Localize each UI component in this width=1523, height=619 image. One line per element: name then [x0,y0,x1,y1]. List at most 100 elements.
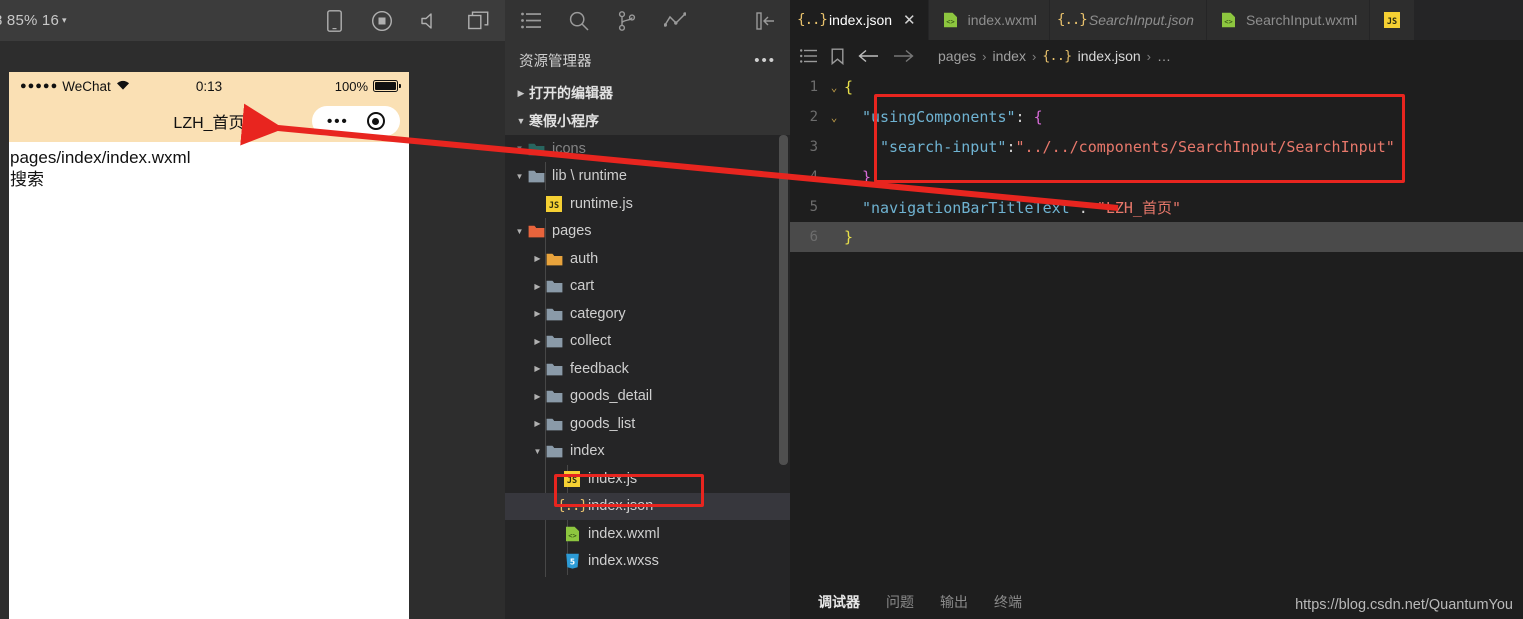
chevron-down-icon[interactable]: ▼ [513,227,526,236]
tree-folder-row[interactable]: ▶ feedback [505,355,790,383]
tree-folder-row[interactable]: ▼ icons [505,135,790,163]
chevron-down-icon[interactable]: ▼ [531,447,544,456]
phone-navigation-bar: LZH_首页 ••• [9,100,409,142]
tree-item-label: cart [570,278,595,295]
folder-icon [544,307,564,321]
editor-pane: {..} index.json ✕ <> index.wxml {..} SearchInp… [790,0,1523,619]
tree-file-row[interactable]: <> index.wxml [505,520,790,548]
fold-chevron-icon[interactable]: ⌄ [824,81,844,94]
outline-icon[interactable] [800,49,817,63]
tree-folder-row[interactable]: ▼ pages [505,218,790,246]
folder-icon [526,224,546,238]
record-icon[interactable] [369,8,395,34]
more-dots-icon: ••• [327,112,349,130]
code-line[interactable]: 5 "navigationBarTitleText": "LZH_首页" [790,192,1523,222]
code-text: { [844,78,853,96]
editor-tab-label: index.wxml [967,12,1037,28]
panel-tab[interactable]: 调试器 [818,592,860,612]
chevron-right-icon[interactable]: ▶ [531,392,544,401]
page-text-line-1: pages/index/index.wxml [10,148,191,167]
chevron-right-icon[interactable]: ▶ [531,419,544,428]
code-line[interactable]: 6} [790,222,1523,252]
breadcrumb-bar: pages › index › {..} index.json › … [790,40,1523,72]
simulator-toolbar: 8 85% 16 ▾ [0,0,505,41]
panel-tab[interactable]: 问题 [886,592,914,612]
explorer-title: 资源管理器 [519,53,592,70]
chevron-down-icon: ▾ [61,15,67,25]
breadcrumb-separator-icon: › [1031,48,1037,64]
js-file-icon: JS [544,195,564,212]
section-open-editors[interactable]: ▶ 打开的编辑器 [505,79,790,107]
tree-item-label: lib \ runtime [552,168,627,185]
folder-icon [544,279,564,293]
watermark-label: https://blog.csdn.net/QuantumYou [1295,597,1513,613]
tree-folder-row[interactable]: ▶ goods_detail [505,383,790,411]
breadcrumb-item-index[interactable]: index [993,48,1026,64]
tree-item-label: goods_list [570,415,636,432]
tree-item-label: runtime.js [570,195,633,212]
json-file-icon: {..} [1042,48,1072,64]
simulator-stage: ●●●●● WeChat 0:13 100% LZH_首页 ••• pages/… [0,41,505,619]
tree-folder-row[interactable]: ▶ auth [505,245,790,273]
panel-tab[interactable]: 终端 [994,592,1022,612]
simulator-zoom-select[interactable]: 8 85% 16 ▾ [0,12,67,29]
tree-file-row[interactable]: 5 index.wxss [505,548,790,576]
section-project-root-label: 寒假小程序 [529,113,599,129]
tree-folder-row[interactable]: ▶ collect [505,328,790,356]
breadcrumb-item-pages[interactable]: pages [938,48,976,64]
chevron-down-icon[interactable]: ▼ [513,144,526,153]
chevron-right-icon[interactable]: ▶ [531,364,544,373]
editor-tab[interactable]: <> SearchInput.wxml [1206,0,1371,40]
tree-folder-row[interactable]: ▶login [505,575,790,577]
chevron-right-icon[interactable]: ▶ [531,309,544,318]
tree-index-json-box [554,474,704,507]
debug-icon[interactable] [663,9,687,33]
tree-file-row[interactable]: JS runtime.js [505,190,790,218]
svg-text:<>: <> [946,18,954,26]
tree-folder-row[interactable]: ▼ lib \ runtime [505,163,790,191]
chevron-down-icon[interactable]: ▼ [513,172,526,181]
tree-folder-row[interactable]: ▶ cart [505,273,790,301]
tree-item-label: feedback [570,360,629,377]
close-icon[interactable]: ✕ [903,11,916,29]
folder-icon [526,169,546,183]
source-control-icon[interactable] [615,9,639,33]
svg-text:JS: JS [1387,17,1397,27]
code-text: "navigationBarTitleText": "LZH_首页" [844,197,1181,218]
phone-preview[interactable]: ●●●●● WeChat 0:13 100% LZH_首页 ••• pages/… [9,72,409,619]
breadcrumb-item-file[interactable]: index.json [1078,48,1141,64]
device-icon[interactable] [321,8,347,34]
chevron-right-icon[interactable]: ▶ [531,254,544,263]
tree-folder-row[interactable]: ▶ category [505,300,790,328]
editor-tab[interactable]: JS [1370,0,1416,40]
tree-item-label: collect [570,333,612,350]
line-number: 1 [809,79,818,95]
line-number: 3 [809,139,818,155]
back-arrow-icon[interactable] [858,49,879,63]
section-project-root[interactable]: ▼ 寒假小程序 [505,107,790,135]
fold-chevron-icon[interactable]: ⌄ [824,111,844,124]
search-icon[interactable] [567,9,591,33]
tree-folder-row[interactable]: ▶ goods_list [505,410,790,438]
tree-folder-row[interactable]: ▼ index [505,438,790,466]
svg-text:5: 5 [569,558,574,567]
chevron-right-icon[interactable]: ▶ [531,282,544,291]
folder-icon [526,142,546,156]
bookmark-icon[interactable] [831,48,844,65]
multi-window-icon[interactable] [465,8,491,34]
json-file-icon: {..} [797,12,828,28]
forward-arrow-icon[interactable] [893,49,914,63]
breadcrumb-item-ellipsis[interactable]: … [1157,48,1171,64]
chevron-right-icon[interactable]: ▶ [531,337,544,346]
wechat-capsule-button[interactable]: ••• [312,106,400,136]
panel-tab[interactable]: 输出 [940,592,968,612]
collapse-sidebar-icon[interactable] [754,9,778,33]
editor-tab[interactable]: {..} SearchInput.json [1049,0,1207,40]
editor-tab[interactable]: <> index.wxml [928,0,1050,40]
explorer-more-actions-icon[interactable]: ••• [754,52,776,69]
explorer-scrollbar[interactable] [779,135,788,465]
editor-tab[interactable]: {..} index.json ✕ [790,0,929,40]
json-file-icon: {..} [1057,12,1088,28]
files-icon[interactable] [519,9,543,33]
sound-icon[interactable] [417,8,443,34]
